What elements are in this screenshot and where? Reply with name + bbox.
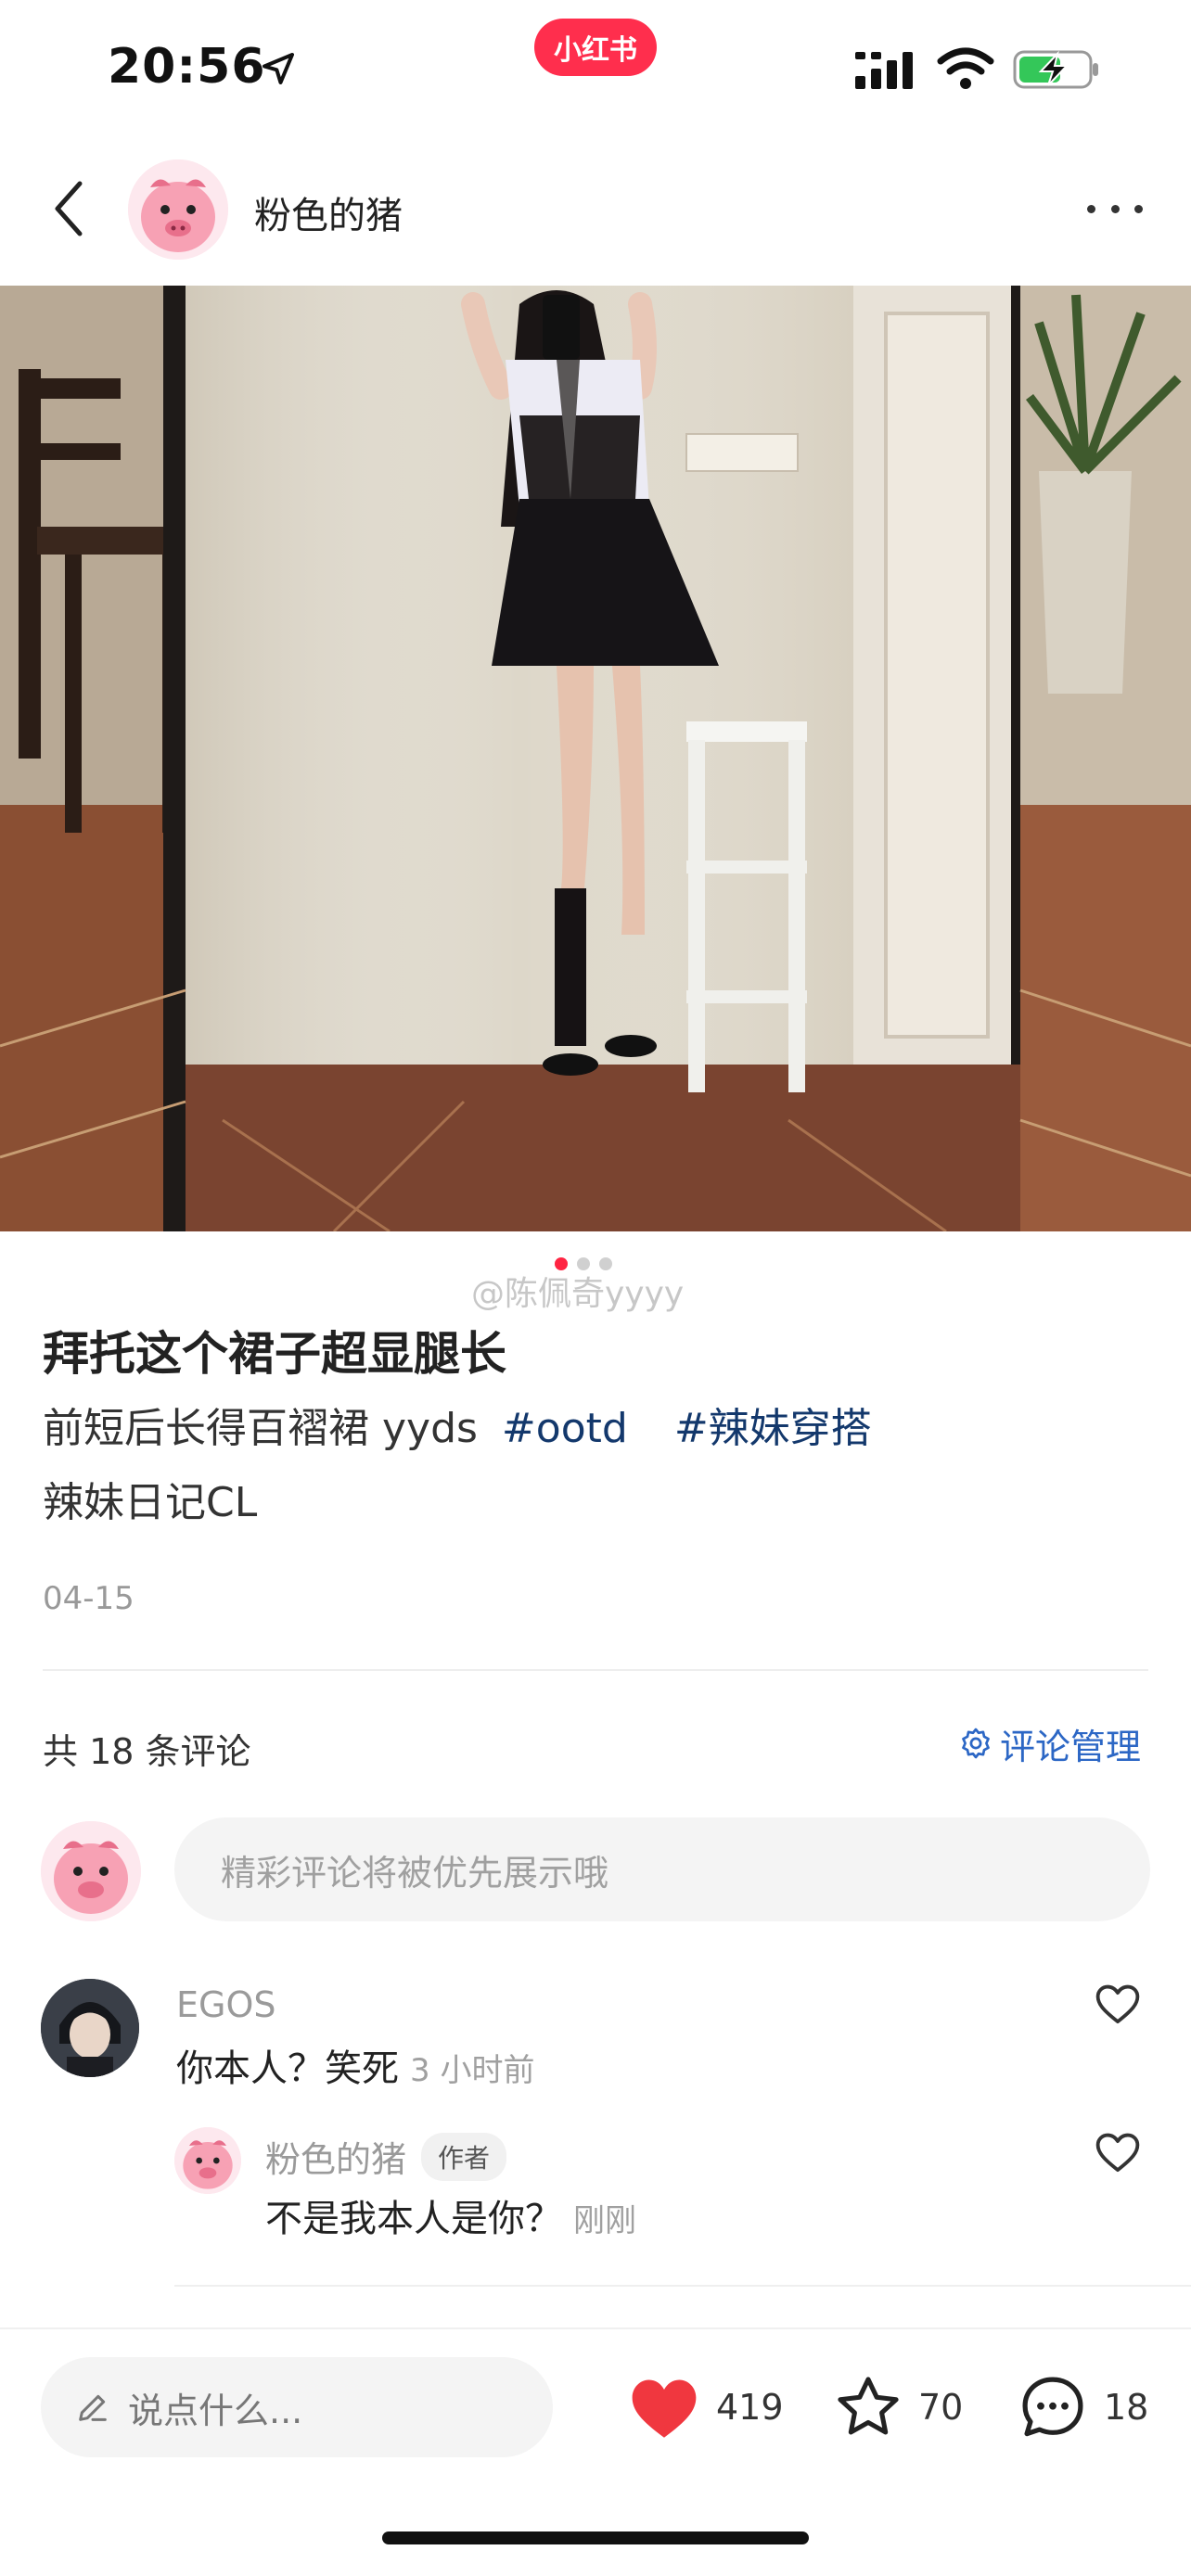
post-description-text: 前短后长得百褶裙 yyds bbox=[43, 1405, 478, 1452]
status-bar: 20:56 小红书 bbox=[0, 0, 1191, 139]
collect-button[interactable]: 70 bbox=[833, 2363, 963, 2452]
comment-input[interactable]: 精彩评论将被优先展示哦 bbox=[174, 1817, 1150, 1921]
say-something-input[interactable]: 说点什么... bbox=[41, 2357, 553, 2457]
comment-text: 你本人？笑死 3 小时前 bbox=[176, 2038, 534, 2092]
battery-charging-icon bbox=[1013, 50, 1098, 89]
anime-avatar-icon bbox=[41, 1979, 139, 2077]
home-indicator[interactable] bbox=[382, 2531, 809, 2544]
photo-watermark: @陈佩奇yyyy bbox=[471, 1275, 685, 1313]
commenter-avatar[interactable] bbox=[41, 1979, 139, 2077]
post-header: 粉色的猪 bbox=[0, 139, 1191, 278]
author-avatar[interactable] bbox=[128, 159, 228, 260]
collect-count: 70 bbox=[918, 2387, 964, 2428]
reply-time: 刚刚 bbox=[573, 2202, 636, 2239]
comment-manage-label: 评论管理 bbox=[1000, 1726, 1142, 1767]
more-dots-icon bbox=[1087, 204, 1095, 213]
comment-bubble-icon bbox=[1022, 2377, 1083, 2437]
comment-body: 你本人？笑死 bbox=[176, 2047, 399, 2090]
author-name[interactable]: 粉色的猪 bbox=[254, 185, 403, 239]
pencil-icon bbox=[79, 2394, 107, 2421]
post-title: 拜托这个裙子超显腿长 bbox=[43, 1327, 506, 1381]
pink-pig-avatar-icon bbox=[128, 159, 228, 260]
commenter-name[interactable]: EGOS bbox=[176, 1984, 276, 2025]
reply-author-name[interactable]: 粉色的猪 bbox=[265, 2131, 406, 2182]
gear-icon bbox=[962, 1728, 990, 1759]
post-date: 04-15 bbox=[43, 1580, 134, 1617]
comment-count-bottom: 18 bbox=[1104, 2387, 1149, 2428]
divider bbox=[174, 2285, 1191, 2287]
post-photo[interactable] bbox=[0, 286, 1191, 1231]
comment-count: 共 18 条评论 bbox=[43, 1731, 251, 1772]
location-arrow-icon bbox=[263, 53, 294, 84]
post-description-line2: 辣妹日记CL bbox=[43, 1479, 258, 1526]
my-avatar[interactable] bbox=[41, 1821, 141, 1921]
comment-button[interactable]: 18 bbox=[1017, 2363, 1148, 2452]
heart-outline-icon[interactable] bbox=[1093, 2127, 1143, 2177]
heart-outline-icon[interactable] bbox=[1093, 1979, 1143, 2029]
chevron-left-icon bbox=[55, 181, 83, 236]
carousel-dot[interactable] bbox=[577, 1257, 590, 1270]
reply-text: 不是我本人是你？ 刚刚 bbox=[265, 2188, 636, 2242]
divider bbox=[43, 1669, 1148, 1671]
app-badge[interactable]: 小红书 bbox=[534, 19, 657, 76]
carousel-dot[interactable] bbox=[555, 1257, 568, 1270]
cellular-signal-icon bbox=[855, 52, 913, 89]
wifi-icon bbox=[937, 47, 994, 89]
more-button[interactable] bbox=[1076, 185, 1154, 232]
post-description: 前短后长得百褶裙 yyds #ootd #辣妹穿搭 bbox=[43, 1395, 872, 1454]
heart-filled-icon bbox=[632, 2379, 697, 2438]
author-tag: 作者 bbox=[421, 2132, 507, 2181]
pink-pig-avatar-icon bbox=[41, 1821, 141, 1921]
say-something-placeholder: 说点什么... bbox=[128, 2390, 303, 2431]
comment-time: 3 小时前 bbox=[410, 2052, 535, 2089]
reply-body: 不是我本人是你？ bbox=[265, 2198, 562, 2240]
reply-author: 粉色的猪 作者 bbox=[265, 2131, 507, 2182]
star-outline-icon bbox=[838, 2377, 899, 2435]
back-button[interactable] bbox=[41, 176, 96, 241]
carousel-dots bbox=[555, 1257, 612, 1270]
like-count: 419 bbox=[716, 2387, 784, 2428]
hashtag-ootd[interactable]: #ootd bbox=[502, 1405, 628, 1452]
mirror-selfie-photo bbox=[0, 286, 1191, 1231]
status-time: 20:56 bbox=[108, 39, 266, 95]
reply-avatar[interactable] bbox=[174, 2127, 241, 2194]
like-button[interactable]: 419 bbox=[627, 2363, 784, 2452]
comment-manage-button[interactable]: 评论管理 bbox=[959, 1721, 1142, 1767]
carousel-dot[interactable] bbox=[599, 1257, 612, 1270]
hashtag-spicy-girl-outfit[interactable]: #辣妹穿搭 bbox=[674, 1405, 872, 1452]
pink-pig-avatar-icon bbox=[174, 2127, 241, 2194]
